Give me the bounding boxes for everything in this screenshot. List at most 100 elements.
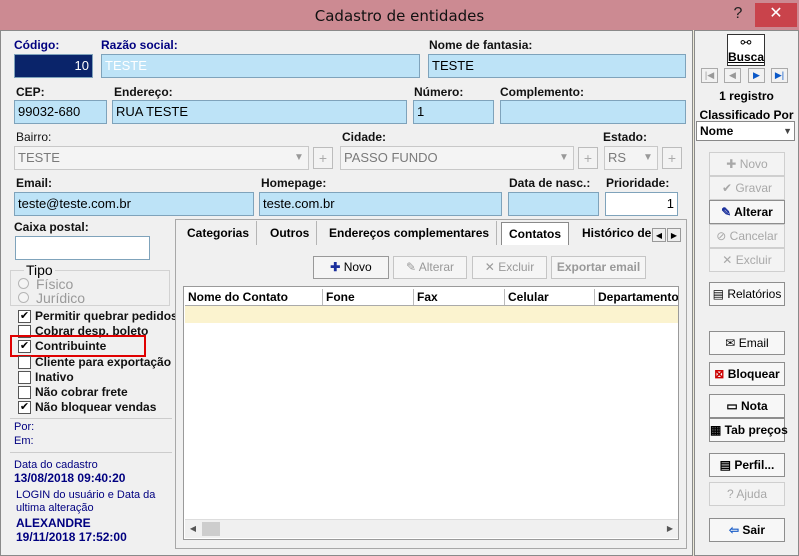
checkbox-box[interactable]: ✔ xyxy=(18,340,31,353)
tab-contatos[interactable]: Contatos xyxy=(501,222,569,245)
sair-button[interactable]: ⇦ Sair xyxy=(709,518,785,542)
estado-label: Estado: xyxy=(603,130,648,144)
contato-excluir-button[interactable]: ✕ Excluir xyxy=(472,256,547,279)
scroll-thumb[interactable] xyxy=(202,522,220,536)
contato-novo-button[interactable]: ✚ Novo xyxy=(313,256,389,279)
juridico-radio[interactable] xyxy=(18,292,29,303)
prioridade-field[interactable]: 1 xyxy=(605,192,678,216)
cidade-value: PASSO FUNDO xyxy=(344,150,438,165)
nota-button[interactable]: ▭ Nota xyxy=(709,394,785,418)
checkbox-box[interactable] xyxy=(18,371,31,384)
caixa-postal-label: Caixa postal: xyxy=(14,220,89,234)
last-record-icon[interactable]: ▶| xyxy=(771,68,788,83)
tab-scroll-right-icon[interactable]: ▶ xyxy=(667,228,681,242)
note-icon: ▭ xyxy=(726,399,741,413)
col-fone[interactable]: Fone xyxy=(323,289,414,305)
tab-precos-button[interactable]: ▦ Tab preços xyxy=(709,418,788,442)
envelope-icon: ✉ xyxy=(725,336,739,350)
exportar-email-button[interactable]: Exportar email xyxy=(551,256,646,279)
codigo-field[interactable]: 10 xyxy=(14,54,93,78)
tab-enderecos-complementares[interactable]: Endereços complementares xyxy=(322,221,498,245)
estado-field[interactable]: RS ▼ xyxy=(604,146,658,170)
contato-alterar-button[interactable]: ✎ Alterar xyxy=(393,256,467,279)
contacts-grid[interactable] xyxy=(183,286,679,540)
gravar-button[interactable]: ✔ Gravar xyxy=(709,176,785,200)
caixa-postal-field[interactable] xyxy=(15,236,150,260)
checkbox-label: Não cobrar frete xyxy=(35,385,128,399)
exit-icon: ⇦ xyxy=(728,523,743,537)
relatorios-button[interactable]: ▤ Relatórios xyxy=(709,282,785,306)
endereco-field[interactable]: RUA TESTE xyxy=(112,100,407,124)
busca-button[interactable]: ⚯ Busca xyxy=(727,34,765,66)
homepage-field[interactable]: teste.com.br xyxy=(259,192,502,216)
add-bairro-icon[interactable]: + xyxy=(313,147,333,169)
cancelar-button[interactable]: ⊘ Cancelar xyxy=(709,224,785,248)
complemento-field[interactable] xyxy=(500,100,686,124)
razao-social-label: Razão social: xyxy=(101,38,178,52)
prev-record-icon[interactable]: ◀ xyxy=(724,68,741,83)
chevron-down-icon[interactable]: ▼ xyxy=(292,149,306,167)
binoculars-icon: ⚯ xyxy=(740,35,752,50)
first-record-icon[interactable]: |◀ xyxy=(701,68,718,83)
col-fax[interactable]: Fax xyxy=(414,289,505,305)
cidade-field[interactable]: PASSO FUNDO ▼ xyxy=(340,146,574,170)
email-label: Email xyxy=(738,336,769,350)
tab-scroll-left-icon[interactable]: ◀ xyxy=(652,228,666,242)
cancel-icon: ⊘ xyxy=(716,229,730,243)
close-button[interactable]: ✕ xyxy=(755,3,797,27)
add-cidade-icon[interactable]: + xyxy=(578,147,598,169)
tab-outros[interactable]: Outros xyxy=(263,221,318,245)
help-icon[interactable]: ? xyxy=(727,3,749,27)
table-row[interactable] xyxy=(185,306,678,323)
login-label-1: LOGIN do usuário e Data da xyxy=(16,489,156,501)
scroll-left-icon[interactable]: ◀ xyxy=(186,522,200,536)
tab-historico[interactable]: Histórico de xyxy=(575,221,651,245)
tab-precos-label: Tab preços xyxy=(724,423,788,437)
col-celular[interactable]: Celular xyxy=(505,289,595,305)
contato-alterar-label: Alterar xyxy=(418,260,455,274)
nota-label: Nota xyxy=(741,399,768,413)
checkbox-box[interactable] xyxy=(18,386,31,399)
checkbox-box[interactable] xyxy=(18,356,31,369)
complemento-label: Complemento: xyxy=(500,85,584,99)
col-departamento[interactable]: Departamento xyxy=(595,289,678,305)
endereco-label: Endereço: xyxy=(114,85,173,99)
classificado-label: Classificado Por xyxy=(699,108,794,122)
add-estado-icon[interactable]: + xyxy=(662,147,682,169)
ajuda-label: Ajuda xyxy=(736,487,768,501)
fisico-radio[interactable] xyxy=(18,278,29,289)
data-nasc-field[interactable] xyxy=(508,192,599,216)
checkbox-label: Não bloquear vendas xyxy=(35,400,157,414)
perfil-button[interactable]: ▤ Perfil... xyxy=(709,453,785,477)
chevron-down-icon[interactable]: ▼ xyxy=(641,149,655,167)
bloquear-button[interactable]: ⊠ Bloquear xyxy=(709,362,785,386)
login-label-2: ultima alteração xyxy=(16,502,94,514)
horizontal-scrollbar[interactable]: ◀ ▶ xyxy=(185,519,678,538)
scroll-right-icon[interactable]: ▶ xyxy=(663,522,677,536)
classificado-value: Nome xyxy=(700,124,734,138)
bairro-field[interactable]: TESTE ▼ xyxy=(14,146,309,170)
novo-button[interactable]: ✚ Novo xyxy=(709,152,785,176)
tab-categorias[interactable]: Categorias xyxy=(180,221,258,245)
excluir-button[interactable]: ✕ Excluir xyxy=(709,248,785,272)
plus-icon: ✚ xyxy=(726,157,740,171)
divider xyxy=(10,418,172,419)
numero-field[interactable]: 1 xyxy=(413,100,494,124)
nome-fantasia-field[interactable]: TESTE xyxy=(428,54,686,78)
cidade-label: Cidade: xyxy=(342,130,387,144)
chevron-down-icon[interactable]: ▼ xyxy=(557,149,571,167)
printer-icon: ▤ xyxy=(712,287,728,301)
email-button[interactable]: ✉ Email xyxy=(709,331,785,355)
cep-field[interactable]: 99032-680 xyxy=(14,100,107,124)
checkbox-box[interactable]: ✔ xyxy=(18,310,31,323)
classificado-select[interactable]: Nome ▼ xyxy=(696,121,795,141)
plus-icon: ✚ xyxy=(330,260,344,274)
email-field[interactable]: teste@teste.com.br xyxy=(14,192,254,216)
alterar-button[interactable]: ✎ Alterar xyxy=(709,200,785,224)
checkbox-box[interactable]: ✔ xyxy=(18,401,31,414)
razao-social-field[interactable]: TESTE xyxy=(101,54,420,78)
chevron-down-icon[interactable]: ▼ xyxy=(783,122,792,140)
ajuda-button[interactable]: ? Ajuda xyxy=(709,482,785,506)
col-nome-contato[interactable]: Nome do Contato xyxy=(185,289,323,305)
next-record-icon[interactable]: ▶ xyxy=(748,68,765,83)
